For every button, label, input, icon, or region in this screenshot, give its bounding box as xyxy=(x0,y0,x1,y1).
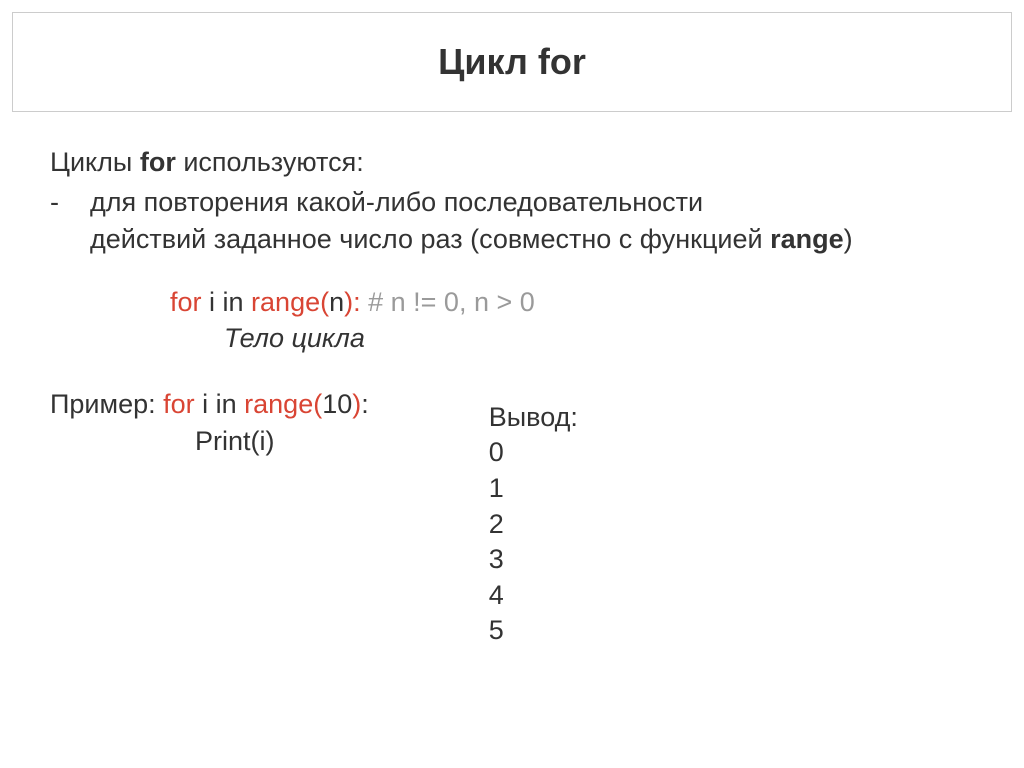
output-line-1: 1 xyxy=(489,471,578,507)
output-line-3: 3 xyxy=(489,542,578,578)
intro-suffix: используются: xyxy=(176,147,364,177)
syntax-line1: for i in range(n): # n != 0, n > 0 xyxy=(170,285,974,320)
bullet-line2-suffix: ) xyxy=(844,224,853,254)
syntax-paren-colon: ): xyxy=(344,287,361,317)
ex-colon: : xyxy=(361,389,369,419)
bullet-text: для повторения какой-либо последовательн… xyxy=(90,184,974,257)
kw-range: range( xyxy=(251,287,329,317)
ex-paren: ) xyxy=(352,389,361,419)
output-line-2: 2 xyxy=(489,507,578,543)
example-label: Пример: xyxy=(50,389,163,419)
bullet-line2-bold: range xyxy=(770,224,844,254)
output-line-0: 0 xyxy=(489,435,578,471)
output-line-5: 5 xyxy=(489,613,578,649)
ex-ten: 10 xyxy=(322,389,352,419)
syntax-i-in: i in xyxy=(202,287,252,317)
ex-for: for xyxy=(163,389,195,419)
syntax-n: n xyxy=(329,287,344,317)
example-line1: Пример: for i in range(10): xyxy=(50,386,369,422)
syntax-body: Тело цикла xyxy=(224,320,974,358)
syntax-comment: # n != 0, n > 0 xyxy=(361,287,535,317)
bullet-line2-prefix: действий заданное число раз (совместно с… xyxy=(90,224,770,254)
example-print: Print(i) xyxy=(195,423,369,459)
intro-prefix: Циклы xyxy=(50,147,140,177)
output-block: Вывод: 0 1 2 3 4 5 xyxy=(489,400,578,649)
intro-line: Циклы for используются: xyxy=(50,144,974,180)
example-section: Пример: for i in range(10): Print(i) Выв… xyxy=(50,386,974,649)
ex-range: range( xyxy=(244,389,322,419)
output-line-4: 4 xyxy=(489,578,578,614)
kw-for: for xyxy=(170,287,202,317)
content-body: Циклы for используются: - для повторения… xyxy=(12,144,1012,649)
title-box: Цикл for xyxy=(12,12,1012,112)
intro-bold: for xyxy=(140,147,176,177)
example-left: Пример: for i in range(10): Print(i) xyxy=(50,386,369,459)
bullet-line1: для повторения какой-либо последовательн… xyxy=(90,187,703,217)
ex-i-in: i in xyxy=(195,389,245,419)
bullet-row: - для повторения какой-либо последовател… xyxy=(50,184,974,257)
output-label: Вывод: xyxy=(489,400,578,435)
syntax-block: for i in range(n): # n != 0, n > 0 Тело … xyxy=(170,285,974,358)
bullet-dash: - xyxy=(50,184,90,220)
page-title: Цикл for xyxy=(33,41,991,83)
